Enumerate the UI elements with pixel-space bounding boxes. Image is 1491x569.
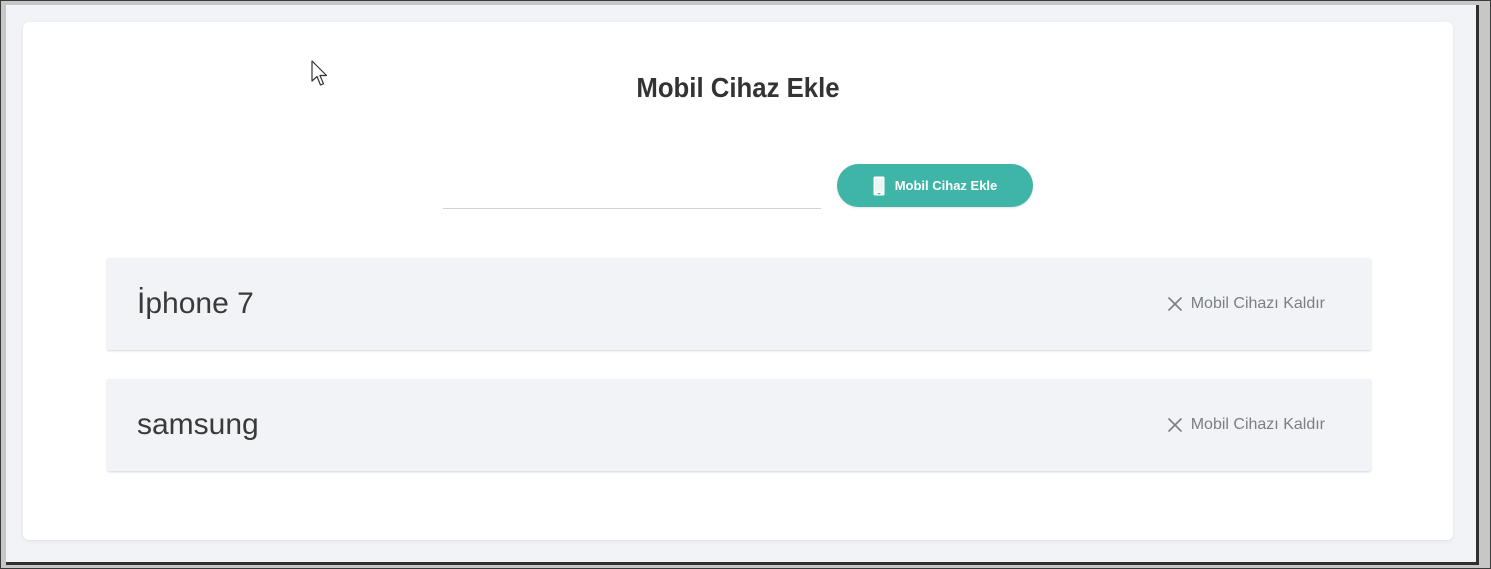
- remove-device-button[interactable]: Mobil Cihazı Kaldır: [1167, 416, 1325, 434]
- remove-device-label: Mobil Cihazı Kaldır: [1190, 416, 1325, 433]
- close-icon: [1167, 417, 1182, 433]
- page-background: Mobil Cihaz Ekle Mobil Cihaz Ekle İphone…: [6, 5, 1479, 565]
- device-name: İphone 7: [137, 287, 254, 320]
- add-mobile-device-button-label: Mobil Cihaz Ekle: [894, 178, 998, 193]
- remove-device-button[interactable]: Mobil Cihazı Kaldır: [1167, 295, 1325, 313]
- add-mobile-device-button[interactable]: Mobil Cihaz Ekle: [837, 164, 1033, 207]
- mouse-cursor-icon: [311, 60, 328, 86]
- screenshot-frame: Mobil Cihaz Ekle Mobil Cihaz Ekle İphone…: [0, 0, 1491, 569]
- device-list-item: samsung Mobil Cihazı Kaldır: [107, 379, 1371, 471]
- mobile-phone-icon: [873, 176, 885, 195]
- page-title: Mobil Cihaz Ekle: [636, 72, 840, 103]
- device-list-item: İphone 7 Mobil Cihazı Kaldır: [107, 258, 1371, 350]
- device-name: samsung: [137, 408, 259, 441]
- remove-device-label: Mobil Cihazı Kaldır: [1190, 295, 1325, 312]
- device-name-input[interactable]: [443, 180, 821, 209]
- mobile-device-card: Mobil Cihaz Ekle Mobil Cihaz Ekle İphone…: [23, 22, 1453, 540]
- close-icon: [1167, 296, 1182, 312]
